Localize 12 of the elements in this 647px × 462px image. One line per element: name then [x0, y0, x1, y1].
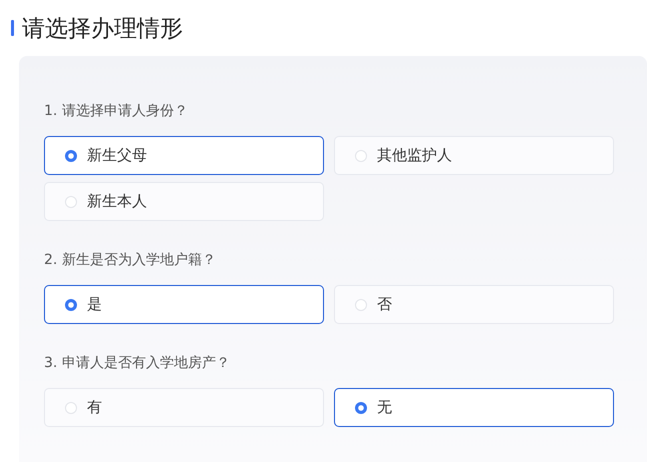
radio-option[interactable]: 新生父母: [44, 136, 324, 175]
question-label: 1. 请选择申请人身份？: [44, 102, 189, 120]
radio-option[interactable]: 无: [334, 388, 614, 427]
radio-option[interactable]: 新生本人: [44, 182, 324, 221]
radio-option[interactable]: 是: [44, 285, 324, 324]
radio-option[interactable]: 其他监护人: [334, 136, 614, 175]
section-title: 请选择办理情形: [22, 14, 183, 44]
question-label: 3. 申请人是否有入学地房产？: [44, 354, 231, 372]
accent-bar: [11, 20, 14, 36]
radio-option[interactable]: 否: [334, 285, 614, 324]
radio-option[interactable]: 有: [44, 388, 324, 427]
question-label: 2. 新生是否为入学地户籍？: [44, 251, 217, 269]
